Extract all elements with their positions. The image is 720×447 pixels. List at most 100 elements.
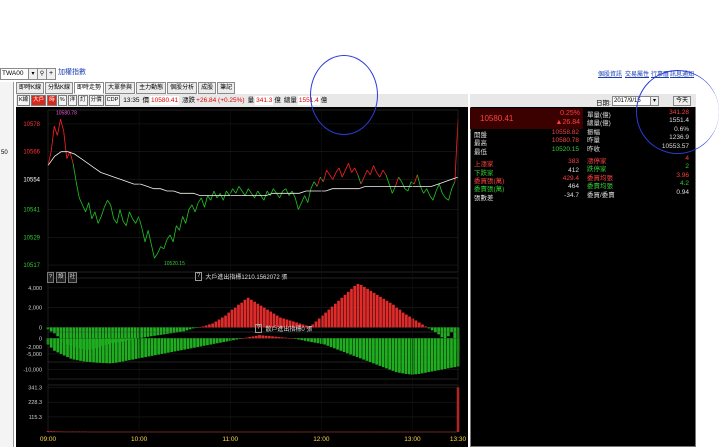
tab-main-force[interactable]: 主力動態 (136, 82, 167, 94)
time-button[interactable]: 時 (47, 95, 57, 106)
tab-minute-k[interactable]: 分點K線 (45, 82, 74, 94)
big-player-bar (395, 307, 399, 328)
retail-bar (215, 338, 219, 344)
retail-bar (313, 338, 317, 343)
big-player-button[interactable]: 大戶 (31, 95, 47, 106)
big-player-bar (404, 314, 408, 328)
retail-bar (101, 338, 105, 364)
percent-button[interactable]: % (57, 95, 67, 106)
x-tick-label: 12:00 (313, 436, 330, 443)
retail-bar (437, 338, 440, 371)
big-player-bar (440, 327, 444, 338)
add-icon[interactable]: + (46, 68, 56, 80)
price-dist-button[interactable]: 分價 (88, 95, 104, 106)
quote-value: 464 (568, 183, 579, 191)
big-player-bar (408, 316, 411, 328)
big-player-bar (401, 312, 405, 328)
big-player-bar (59, 327, 63, 340)
annotation-circle (636, 70, 719, 154)
cdp-button[interactable]: CDP (104, 95, 121, 106)
y-tick-label: 10517 (23, 263, 40, 269)
kline-button[interactable]: K線 (17, 95, 31, 106)
price-line-segment (175, 225, 180, 231)
link-stock-info[interactable]: 個股資訊 (598, 69, 622, 78)
volume-bar (353, 431, 356, 433)
volume-bar (112, 431, 115, 433)
retail-bar (277, 337, 281, 339)
tab-realtime-trend[interactable]: 即時走勢 (74, 82, 105, 94)
help-button[interactable]: ? (47, 272, 55, 283)
social-button[interactable]: 社 (67, 272, 78, 283)
tab-stock-analysis[interactable]: 個股分析 (167, 82, 198, 94)
retail-bar (127, 338, 131, 361)
change-value: +26.84 (+0.25%) (196, 97, 245, 104)
volume-bar (375, 431, 378, 433)
volume-bar (196, 431, 200, 433)
volume-bar (384, 431, 388, 433)
retail-bar (212, 338, 216, 344)
price-line-segment (88, 202, 93, 219)
help-icon[interactable]: ? (255, 324, 263, 333)
quote-label: 張數差 (474, 194, 494, 202)
price-line-segment (294, 197, 299, 210)
tab-components[interactable]: 成股 (198, 82, 217, 94)
big-player-bar (166, 327, 169, 334)
retail-bar (450, 338, 453, 368)
volume-bar (93, 431, 97, 433)
tab-notes[interactable]: 筆記 (217, 82, 236, 94)
y-tick-label: -2,000 (26, 345, 42, 351)
volume-bar (165, 431, 169, 433)
view-tabs: 即時K線 分點K線 即時走勢 大單參與 主力動態 個股分析 成股 筆記 (16, 82, 236, 94)
volume-bar (403, 431, 407, 433)
help-icon[interactable]: ? (195, 272, 203, 281)
retail-bar (235, 338, 239, 340)
big-player-bar (450, 327, 453, 333)
retail-bar (232, 338, 235, 341)
retail-bar (264, 335, 268, 339)
link-trade-attr[interactable]: 交易屬性 (625, 69, 649, 78)
price-line-segment (445, 197, 449, 201)
big-player-bar (140, 327, 143, 338)
tab-big-order[interactable]: 大單參與 (105, 82, 136, 94)
volume-bar (397, 431, 400, 433)
settings-button[interactable]: 設 (56, 272, 66, 283)
volume-bar (134, 431, 137, 433)
retail-bar (372, 338, 375, 364)
big-player-bar (188, 327, 192, 330)
price-line-segment (273, 188, 277, 194)
volume-bar (431, 431, 435, 433)
price-line-segment (125, 211, 130, 226)
big-player-bar (143, 327, 147, 338)
price-line-segment (279, 190, 284, 199)
retail-bar (186, 338, 190, 349)
retail-bar (300, 338, 304, 341)
left-side-panel: 50 (0, 82, 14, 447)
volume-bar (181, 431, 184, 433)
order-button[interactable]: 訂 (78, 95, 88, 106)
tab-realtime-k[interactable]: 即時K線 (16, 82, 45, 94)
big-player-bar (233, 307, 237, 328)
quote-value: 412 (568, 166, 579, 174)
volume-bar (131, 431, 134, 433)
quote-value: 4 (685, 155, 689, 162)
symbol-name: 加權指數 (58, 69, 86, 76)
big-player-bar (379, 296, 382, 328)
price-line-segment (454, 119, 459, 182)
left-edge-label: 50 (1, 150, 8, 156)
volume-bar (171, 431, 175, 433)
price-line-segment (150, 244, 155, 259)
volume-bar (312, 431, 316, 433)
quote-value: 4.2 (679, 180, 689, 188)
price-line-segment (53, 126, 58, 136)
symbol-input[interactable]: TWA00 (0, 68, 29, 80)
big-player-bar (153, 327, 156, 336)
retail-bar (326, 338, 330, 346)
price-line-segment (432, 190, 437, 201)
big-player-bar (162, 327, 166, 335)
volume-bar (387, 431, 391, 433)
price-line-segment (116, 209, 121, 224)
retail-bar (69, 338, 73, 359)
volume-bar (425, 431, 428, 433)
foreign-button[interactable]: 洋 (67, 95, 78, 106)
retail-bar (251, 336, 255, 339)
